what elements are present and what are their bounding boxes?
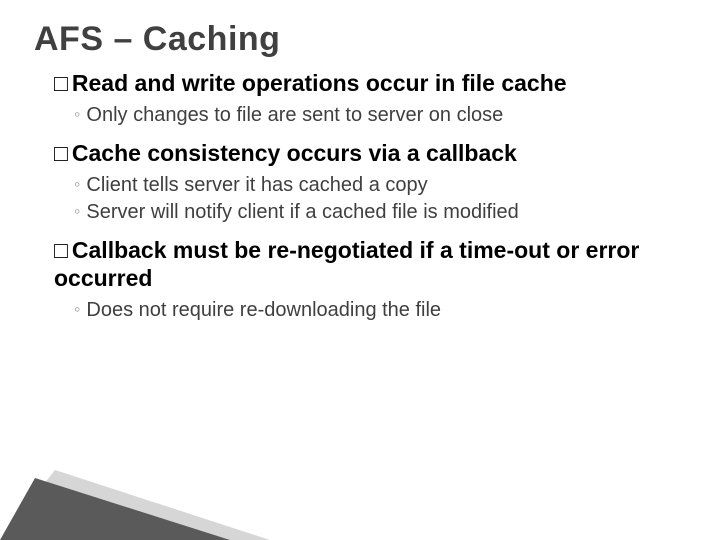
sub-text: Client tells server it has cached a copy: [86, 174, 427, 196]
ring-bullet-icon: ◦: [74, 102, 80, 126]
decorative-wedge: [0, 470, 270, 540]
sub-item: ◦ Client tells server it has cached a cop…: [74, 172, 676, 199]
ring-bullet-icon: ◦: [74, 172, 80, 196]
sub-item: ◦ Server will notify client if a cached f…: [74, 199, 676, 226]
bullet-3-text: Callback must be re-negotiated if a time…: [54, 237, 639, 292]
bullet-2-text: Cache consistency occurs via a callback: [72, 140, 517, 166]
bullet-3-subs: ◦ Does not require re-downloading the fil…: [74, 297, 676, 324]
square-bullet-icon: □: [54, 139, 68, 168]
slide: AFS – Caching □Read and write operations…: [0, 0, 720, 540]
bullet-1: □Read and write operations occur in file…: [54, 69, 676, 98]
square-bullet-icon: □: [54, 236, 68, 265]
slide-title: AFS – Caching: [34, 20, 686, 59]
square-bullet-icon: □: [54, 69, 68, 98]
ring-bullet-icon: ◦: [74, 297, 80, 321]
sub-text: Only changes to file are sent to server …: [86, 104, 503, 126]
sub-text: Does not require re-downloading the file: [86, 299, 441, 321]
ring-bullet-icon: ◦: [74, 199, 80, 223]
slide-body: □Read and write operations occur in file…: [34, 69, 686, 324]
bullet-2-subs: ◦ Client tells server it has cached a cop…: [74, 172, 676, 226]
sub-item: ◦ Only changes to file are sent to server…: [74, 102, 676, 129]
bullet-1-subs: ◦ Only changes to file are sent to server…: [74, 102, 676, 129]
bullet-3: □Callback must be re-negotiated if a tim…: [54, 236, 676, 294]
bullet-2: □Cache consistency occurs via a callback: [54, 139, 676, 168]
sub-text: Server will notify client if a cached fi…: [86, 201, 518, 223]
bullet-1-text: Read and write operations occur in file …: [72, 70, 567, 96]
sub-item: ◦ Does not require re-downloading the fil…: [74, 297, 676, 324]
